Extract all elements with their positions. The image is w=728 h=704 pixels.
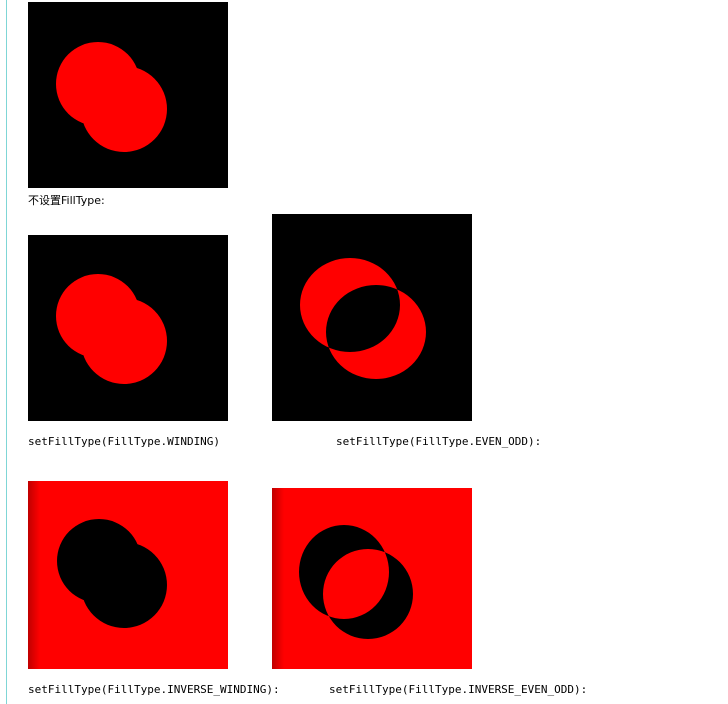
canvas-default (28, 2, 228, 188)
caption-inverse-winding: setFillType(FillType.INVERSE_WINDING): (28, 683, 280, 696)
left-border-rule (6, 0, 7, 704)
canvas-inverse-winding-circle-right (81, 542, 167, 628)
caption-even-odd: setFillType(FillType.EVEN_ODD): (336, 435, 542, 448)
caption-no-fill-type: 不设置FillType: (28, 194, 105, 207)
canvas-even-odd (272, 214, 472, 421)
canvas-winding-circle-right (81, 298, 167, 384)
canvas-inverse-winding (28, 481, 228, 669)
caption-inverse-even-odd: setFillType(FillType.INVERSE_EVEN_ODD): (329, 683, 588, 696)
canvas-inverse-even-odd (272, 488, 472, 669)
caption-winding: setFillType(FillType.WINDING) (28, 435, 221, 448)
canvas-default-circle-right (81, 66, 167, 152)
canvas-winding (28, 235, 228, 421)
